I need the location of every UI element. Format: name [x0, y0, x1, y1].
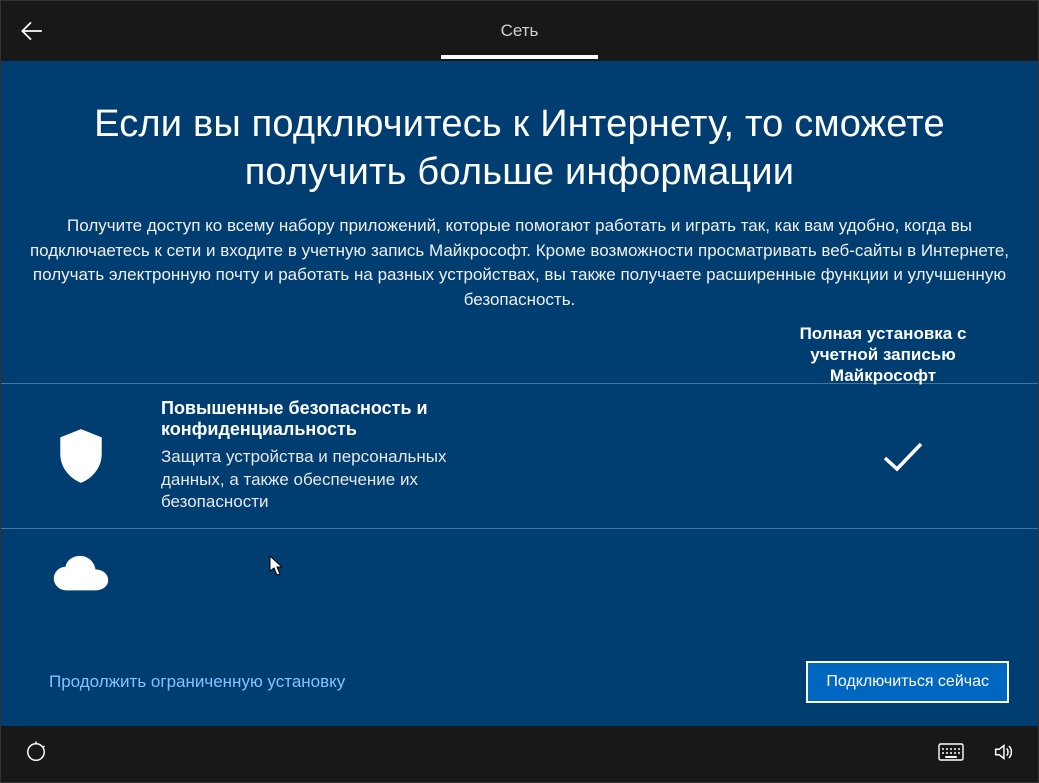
shield-icon — [55, 427, 107, 485]
taskbar-right — [938, 741, 1014, 768]
taskbar-left — [25, 741, 47, 768]
table-row: Повышенные безопасность и конфиденциальн… — [1, 383, 1038, 529]
back-button[interactable] — [1, 1, 61, 61]
column-header-full-install: Полная установка с учетной записью Майкр… — [768, 323, 998, 387]
volume-button[interactable] — [992, 741, 1014, 768]
keyboard-button[interactable] — [938, 743, 964, 766]
checkmark-icon — [879, 436, 927, 476]
connect-now-button[interactable]: Подключиться сейчас — [807, 662, 1008, 702]
continue-limited-link[interactable]: Продолжить ограниченную установку — [49, 672, 345, 692]
row-check-cell — [768, 436, 1038, 476]
oobe-window: Сеть Если вы подключитесь к Интернету, т… — [0, 0, 1039, 783]
page-description: Получите доступ ко всему набору приложен… — [19, 214, 1020, 313]
row-text-cell: Повышенные безопасность и конфиденциальн… — [161, 398, 475, 515]
row-icon-cell — [1, 554, 161, 594]
keyboard-icon — [938, 743, 964, 761]
header-bar: Сеть — [1, 1, 1038, 61]
page-heading: Если вы подключитесь к Интернету, то смо… — [19, 101, 1020, 196]
taskbar — [1, 726, 1038, 782]
back-arrow-icon — [18, 18, 44, 44]
intro-section: Если вы подключитесь к Интернету, то смо… — [1, 61, 1038, 323]
content-spacer — [1, 618, 1038, 644]
content-area: Если вы подключитесь к Интернету, то смо… — [1, 61, 1038, 726]
features-table: Повышенные безопасность и конфиденциальн… — [1, 383, 1038, 619]
feature-subtitle: Защита устройства и персональных данных,… — [161, 446, 455, 515]
row-icon-cell — [1, 427, 161, 485]
ease-of-access-icon — [25, 741, 47, 763]
header-tab-network[interactable]: Сеть — [441, 3, 599, 59]
header-title-wrap: Сеть — [1, 3, 1038, 59]
cloud-icon — [52, 554, 110, 594]
row-text-cell — [161, 571, 475, 577]
volume-icon — [992, 741, 1014, 763]
action-bar: Продолжить ограниченную установку Подклю… — [1, 644, 1038, 726]
feature-title: Повышенные безопасность и конфиденциальн… — [161, 398, 455, 440]
ease-of-access-button[interactable] — [25, 741, 47, 768]
table-row — [1, 528, 1038, 618]
